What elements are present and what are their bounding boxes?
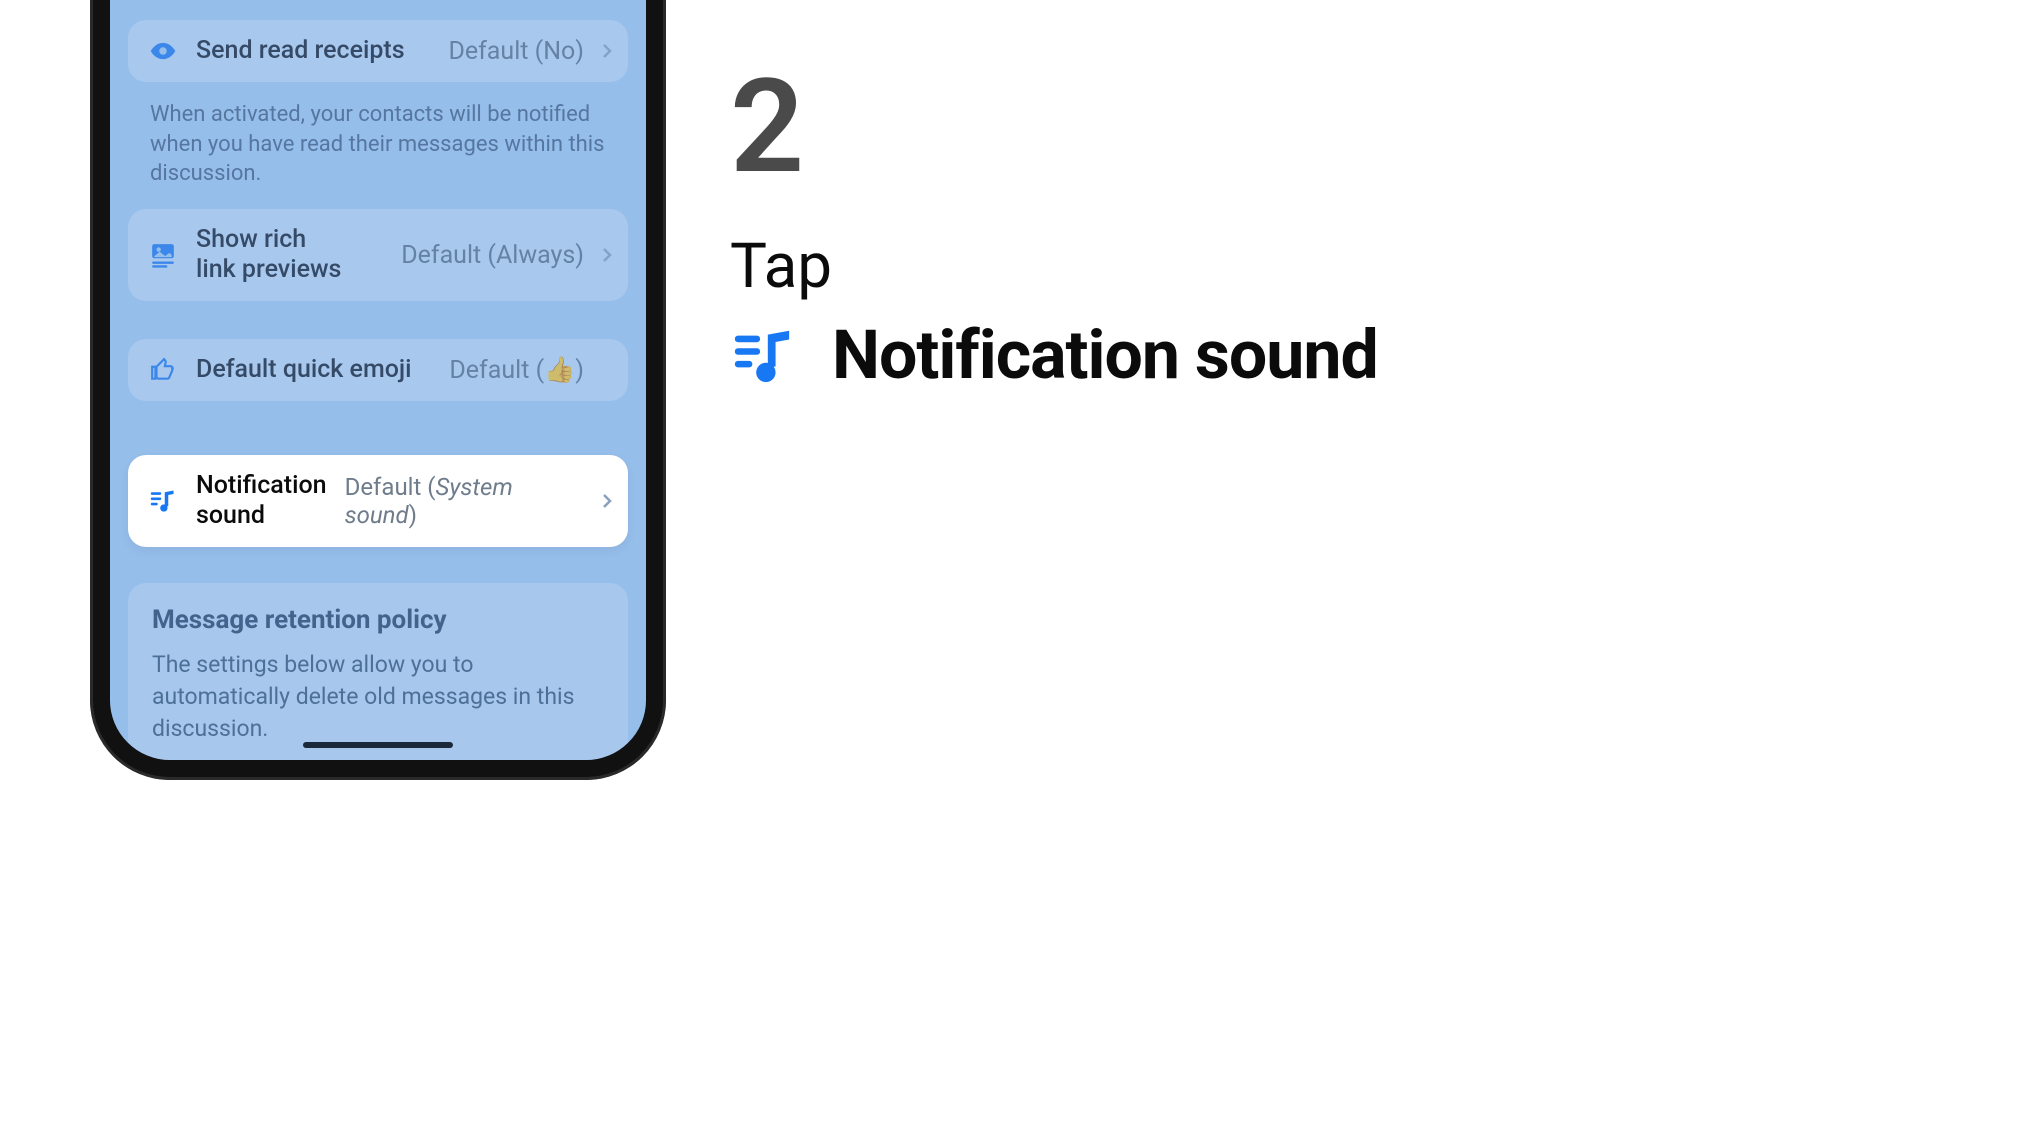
instruction-action: Tap bbox=[730, 230, 1830, 303]
row-notification-sound-title-l1: Notification bbox=[196, 471, 327, 501]
chevron-right-icon bbox=[602, 493, 612, 509]
row-rich-link-previews[interactable]: Show rich link previews Default (Always) bbox=[128, 209, 628, 301]
chevron-right-icon bbox=[602, 247, 612, 263]
row-rich-link-previews-value: Default (Always) bbox=[401, 241, 608, 270]
row-default-quick-emoji-title: Default quick emoji bbox=[196, 355, 412, 385]
row-read-receipts[interactable]: Send read receipts Default (No) bbox=[128, 20, 628, 82]
home-indicator bbox=[303, 742, 453, 748]
row-rich-link-previews-title-l1: Show rich bbox=[196, 225, 341, 255]
music-list-icon bbox=[730, 323, 794, 387]
row-default-quick-emoji[interactable]: Default quick emoji Default (👍) bbox=[128, 339, 628, 401]
row-notification-sound-title-l2: sound bbox=[196, 501, 327, 531]
row-notification-sound[interactable]: Notification sound Default (System sound… bbox=[128, 455, 628, 547]
row-rich-link-previews-title-l2: link previews bbox=[196, 255, 341, 285]
phone-screen: Send read receipts Default (No) When act… bbox=[110, 0, 646, 760]
row-notification-sound-value: Default (System sound) bbox=[345, 473, 608, 529]
instruction-panel: 2 Tap Notification sound bbox=[730, 62, 1830, 395]
retention-heading: Message retention policy bbox=[152, 605, 604, 635]
eye-icon bbox=[148, 36, 178, 66]
instruction-target-label: Notification sound bbox=[832, 315, 1378, 395]
thumbs-up-icon bbox=[148, 355, 178, 385]
image-link-icon bbox=[148, 240, 178, 270]
music-list-icon bbox=[148, 486, 178, 516]
phone-device: Send read receipts Default (No) When act… bbox=[90, 0, 666, 780]
section-retention-policy: Message retention policy The settings be… bbox=[128, 583, 628, 760]
row-read-receipts-value: Default (No) bbox=[448, 37, 608, 66]
chevron-right-icon bbox=[602, 43, 612, 59]
row-read-receipts-desc: When activated, your contacts will be no… bbox=[128, 100, 628, 209]
retention-body: The settings below allow you to automati… bbox=[152, 649, 604, 744]
step-number: 2 bbox=[730, 62, 1830, 192]
row-default-quick-emoji-value: Default (👍) bbox=[449, 356, 608, 385]
row-read-receipts-title: Send read receipts bbox=[196, 36, 405, 66]
